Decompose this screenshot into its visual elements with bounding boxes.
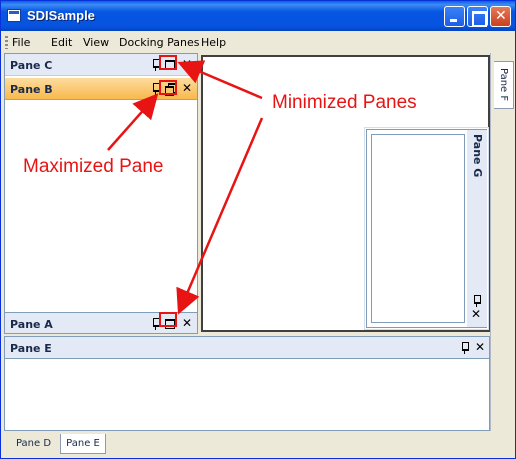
pane-a-title: Pane A [10,318,53,331]
pane-g-header[interactable]: Pane G ✕ [467,130,487,327]
pane-g-title: Pane G [471,134,484,178]
tab-pane-f-label: Pane F [498,68,509,102]
pane-c-title: Pane C [10,59,53,72]
tab-pane-e[interactable]: Pane E [60,434,106,454]
menu-file[interactable]: File [12,36,30,49]
close-icon[interactable]: ✕ [471,308,481,320]
menu-help[interactable]: Help [201,36,226,49]
pane-group-left: Pane C ✕ Pane B ✕ [4,53,198,334]
annotation-maximized-pane: Maximized Pane [23,156,164,177]
minimize-button[interactable] [444,6,465,27]
pane-e-title: Pane E [10,342,52,355]
menu-edit[interactable]: Edit [51,36,72,49]
window-title: SDISample [27,8,95,23]
toolbar-grip-icon[interactable] [5,36,8,49]
close-icon[interactable]: ✕ [182,82,192,94]
highlight-box-pane-b [159,80,177,95]
menu-bar: File Edit View Docking Panes Help [1,31,515,53]
close-icon: ✕ [495,8,507,24]
bottom-tab-strip: Pane D Pane E [1,432,515,458]
pane-g-content[interactable] [371,134,465,323]
pane-g: Pane G ✕ [364,127,489,330]
tab-pane-d[interactable]: Pane D [7,434,60,454]
highlight-box-pane-a [159,312,177,327]
autohide-strip-right: Pane F [490,53,515,431]
app-icon[interactable] [7,9,21,22]
highlight-box-pane-c [159,55,177,70]
close-icon[interactable]: ✕ [182,317,192,329]
pane-e-header[interactable]: Pane E ✕ [4,336,490,358]
maximize-button[interactable] [467,6,488,27]
title-bar[interactable]: SDISample ✕ [1,1,515,31]
menu-docking-panes[interactable]: Docking Panes [119,36,199,49]
close-icon[interactable]: ✕ [475,341,485,353]
pane-e-content[interactable] [4,358,490,431]
pin-icon[interactable] [460,341,470,354]
close-icon[interactable]: ✕ [182,58,192,70]
menu-view[interactable]: View [83,36,109,49]
tab-pane-f[interactable]: Pane F [494,61,514,109]
close-button[interactable]: ✕ [490,6,511,27]
pin-icon[interactable] [472,294,482,307]
annotation-minimized-panes: Minimized Panes [272,92,417,113]
pane-b-title: Pane B [10,83,53,96]
app-window: SDISample ✕ File Edit View Docking Panes… [0,0,516,459]
